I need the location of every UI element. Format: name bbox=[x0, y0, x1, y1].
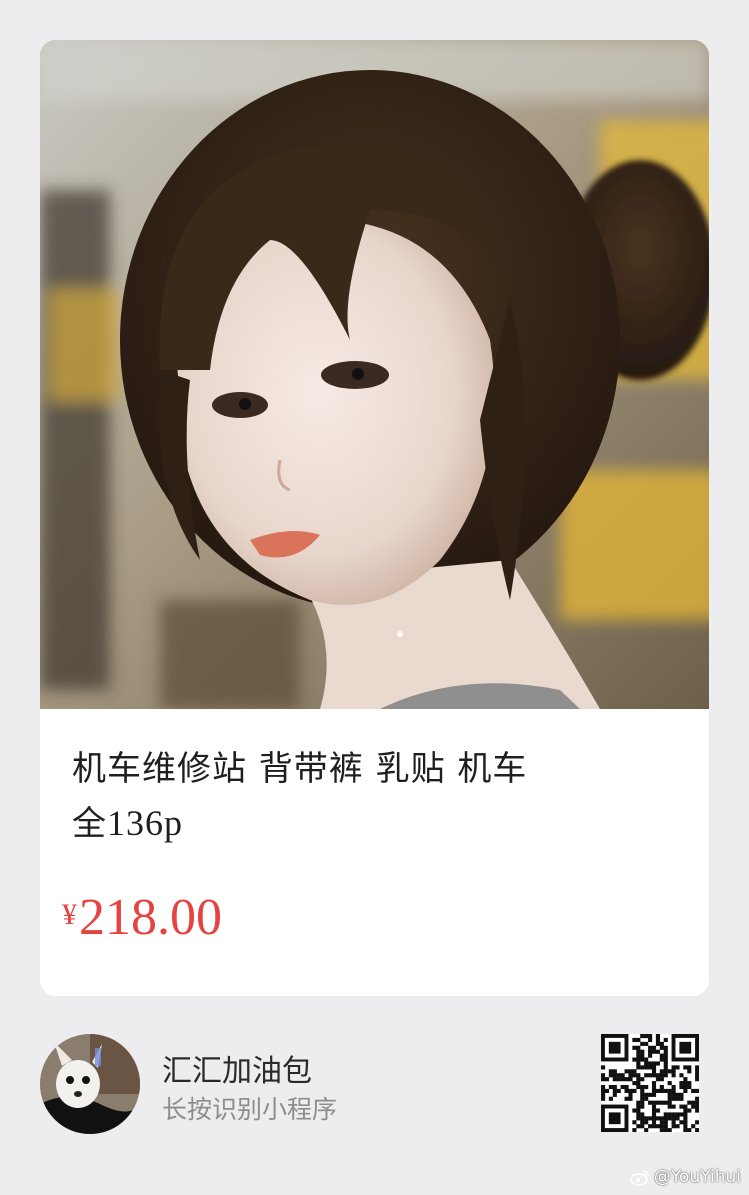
share-footer: 汇汇加油包 长按识别小程序 bbox=[40, 1034, 709, 1134]
avatar-image bbox=[40, 1034, 140, 1134]
shop-name: 汇汇加油包 bbox=[162, 1054, 312, 1089]
miniprogram-hint: 长按识别小程序 bbox=[162, 1095, 338, 1124]
qr-code[interactable] bbox=[601, 1034, 700, 1133]
avatar[interactable] bbox=[40, 1034, 140, 1134]
product-title-line1: 机车维修站 背带裤 乳贴 机车 bbox=[72, 749, 528, 789]
product-photo[interactable] bbox=[40, 40, 709, 709]
product-title-line2-prefix: 全 bbox=[72, 804, 107, 844]
price-currency: ¥ bbox=[62, 898, 77, 931]
product-title-line2-count: 136p bbox=[107, 803, 183, 843]
product-price: ¥218.00 bbox=[62, 888, 222, 947]
watermark-text: @YouYihui bbox=[653, 1167, 741, 1187]
product-card[interactable]: 机车维修站 背带裤 乳贴 机车 全136p ¥218.00 bbox=[40, 40, 709, 996]
price-amount: 218.00 bbox=[79, 889, 222, 946]
product-title[interactable]: 机车维修站 背带裤 乳贴 机车 全136p bbox=[72, 742, 672, 851]
weibo-icon bbox=[630, 1169, 650, 1186]
watermark: @YouYihui bbox=[630, 1167, 741, 1187]
qr-code-image bbox=[601, 1034, 700, 1133]
product-photo-art bbox=[40, 40, 709, 709]
